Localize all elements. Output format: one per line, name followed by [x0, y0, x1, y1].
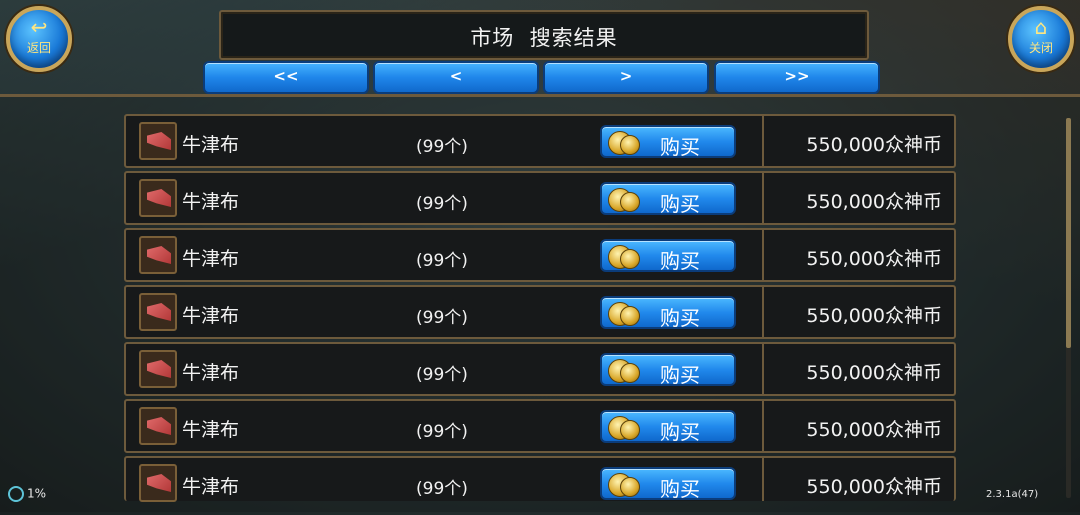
close-button-label: 关闭	[1028, 41, 1053, 55]
buy-button[interactable]: 购买	[600, 125, 736, 159]
list-item: 牛津布 (99个) 购买 550,000众神币	[124, 285, 956, 339]
buy-button-label: 购买	[660, 192, 700, 216]
buy-button-label: 购买	[660, 249, 700, 273]
cloth-icon[interactable]	[139, 122, 177, 160]
column-divider	[762, 401, 764, 451]
prev-page-button[interactable]: <	[373, 61, 539, 94]
buy-button-label: 购买	[660, 135, 700, 159]
coin-icon	[620, 135, 640, 155]
item-name: 牛津布	[182, 476, 240, 498]
last-page-button[interactable]: >>	[714, 61, 880, 94]
item-name: 牛津布	[182, 248, 240, 270]
coin-icon	[620, 477, 640, 497]
item-quantity: (99个)	[416, 422, 468, 442]
buy-button-label: 购买	[660, 306, 700, 330]
list-item: 牛津布 (99个) 购买 550,000众神币	[124, 399, 956, 453]
list-item: 牛津布 (99个) 购买 550,000众神币	[124, 456, 956, 502]
item-name: 牛津布	[182, 305, 240, 327]
item-name: 牛津布	[182, 419, 240, 441]
next-page-button[interactable]: >	[543, 61, 709, 94]
scrollbar[interactable]	[1066, 118, 1071, 498]
item-price: 550,000众神币	[806, 191, 942, 213]
item-quantity: (99个)	[416, 251, 468, 271]
cloth-icon[interactable]	[139, 293, 177, 331]
buy-button[interactable]: 购买	[600, 467, 736, 501]
scrollbar-thumb[interactable]	[1066, 118, 1071, 348]
loading-status: 1%	[8, 486, 46, 502]
column-divider	[762, 116, 764, 166]
cloth-icon[interactable]	[139, 179, 177, 217]
cloth-icon[interactable]	[139, 350, 177, 388]
item-quantity: (99个)	[416, 365, 468, 385]
version-label: 2.3.1a(47)	[986, 489, 1039, 500]
first-page-button[interactable]: <<	[203, 61, 369, 94]
close-button[interactable]: ⌂ 关闭	[1008, 6, 1074, 72]
item-name: 牛津布	[182, 362, 240, 384]
buy-button[interactable]: 购买	[600, 239, 736, 273]
column-divider	[762, 458, 764, 501]
list-item: 牛津布 (99个) 购买 550,000众神币	[124, 114, 956, 168]
item-quantity: (99个)	[416, 308, 468, 328]
item-quantity: (99个)	[416, 194, 468, 214]
column-divider	[762, 173, 764, 223]
buy-button-label: 购买	[660, 363, 700, 387]
list-item: 牛津布 (99个) 购买 550,000众神币	[124, 342, 956, 396]
list-item: 牛津布 (99个) 购买 550,000众神币	[124, 228, 956, 282]
back-button-label: 返回	[26, 41, 51, 55]
buy-button-label: 购买	[660, 420, 700, 444]
item-price: 550,000众神币	[806, 134, 942, 156]
item-name: 牛津布	[182, 134, 240, 156]
item-name: 牛津布	[182, 191, 240, 213]
column-divider	[762, 344, 764, 394]
buy-button[interactable]: 购买	[600, 296, 736, 330]
home-icon: ⌂	[1034, 15, 1048, 39]
coin-icon	[620, 192, 640, 212]
buy-button-label: 购买	[660, 477, 700, 501]
cloth-icon[interactable]	[139, 464, 177, 502]
page-title: 市场 搜索结果	[470, 26, 618, 50]
buy-button[interactable]: 购买	[600, 353, 736, 387]
column-divider	[762, 287, 764, 337]
item-quantity: (99个)	[416, 137, 468, 157]
item-price: 550,000众神币	[806, 362, 942, 384]
spinner-icon	[8, 486, 24, 502]
buy-button[interactable]: 购买	[600, 410, 736, 444]
coin-icon	[620, 420, 640, 440]
coin-icon	[620, 306, 640, 326]
item-price: 550,000众神币	[806, 476, 942, 498]
cloth-icon[interactable]	[139, 236, 177, 274]
back-button[interactable]: ↩ 返回	[6, 6, 72, 72]
back-arrow-icon: ↩	[30, 15, 48, 39]
item-quantity: (99个)	[416, 479, 468, 499]
title-bar: 市场 搜索结果	[219, 10, 869, 60]
item-price: 550,000众神币	[806, 248, 942, 270]
column-divider	[762, 230, 764, 280]
results-list: 牛津布 (99个) 购买 550,000众神币 牛津布 (99个) 购买 550…	[124, 114, 956, 504]
list-item: 牛津布 (99个) 购买 550,000众神币	[124, 171, 956, 225]
coin-icon	[620, 249, 640, 269]
buy-button[interactable]: 购买	[600, 182, 736, 216]
coin-icon	[620, 363, 640, 383]
item-price: 550,000众神币	[806, 305, 942, 327]
cloth-icon[interactable]	[139, 407, 177, 445]
item-price: 550,000众神币	[806, 419, 942, 441]
loading-percent: 1%	[27, 486, 47, 501]
